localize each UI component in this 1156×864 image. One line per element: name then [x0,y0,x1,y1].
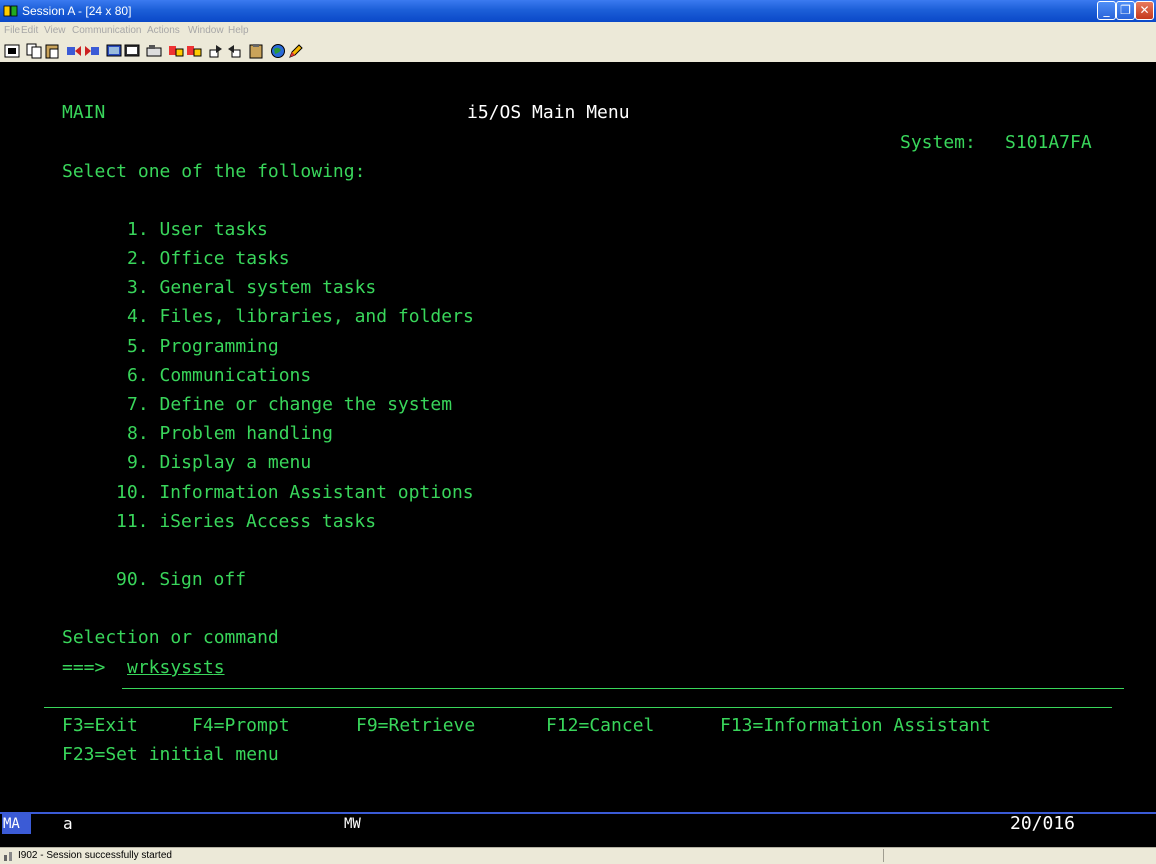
close-button[interactable]: ✕ [1135,1,1154,20]
menu-actions[interactable]: Actions [147,25,180,37]
macro-play-icon[interactable] [186,43,202,59]
menu-option: 11. iSeries Access tasks [116,511,377,532]
session-icon[interactable] [4,43,20,59]
copy-icon[interactable] [26,43,42,59]
display-icon[interactable] [106,43,122,59]
menu-help[interactable]: Help [228,25,249,37]
menu-option: 3. General system tasks [127,277,377,298]
menu-option: 6. Communications [127,365,312,386]
connection-icon [4,852,12,861]
menu-option: 10. Information Assistant options [116,482,474,503]
system-label: System: [900,132,976,153]
oia-session: a [63,814,73,833]
fkey-f12[interactable]: F12=Cancel [546,715,654,737]
macro-record-icon[interactable] [168,43,184,59]
menu-view[interactable]: View [44,25,66,37]
send-icon[interactable] [66,43,82,59]
edit-pencil-icon[interactable] [288,43,304,59]
receive-icon[interactable] [84,43,100,59]
command-input-underline [122,688,1124,689]
menu-file[interactable]: File [4,25,20,37]
menu-option: 2. Office tasks [127,248,290,269]
menu-option: 8. Problem handling [127,423,333,444]
fkey-f9[interactable]: F9=Retrieve [356,715,475,737]
menu-option: 4. Files, libraries, and folders [127,306,474,327]
title-bar: Session A - [24 x 80] _ ❐ ✕ [0,0,1156,22]
paste-icon[interactable] [44,43,60,59]
status-message: I902 - Session successfully started [18,850,172,861]
oia-indicator: MA [2,814,31,834]
menu-edit[interactable]: Edit [21,25,38,37]
status-bar: I902 - Session successfully started [0,847,1156,864]
separator-line [44,707,1112,708]
screen-title: i5/OS Main Menu [467,102,630,123]
menu-option: 7. Define or change the system [127,394,453,415]
fkey-f4[interactable]: F4=Prompt [192,715,290,737]
keyboard-icon[interactable] [146,43,162,59]
command-cursor-char: s [213,657,225,678]
toolbar [0,40,1156,63]
fkey-f13[interactable]: F13=Information Assistant [720,715,991,737]
menu-window[interactable]: Window [188,25,224,37]
command-input[interactable]: wrksyssts [127,657,225,679]
oia-mode: MW [344,816,361,832]
minimize-button[interactable]: _ [1097,1,1116,20]
status-pane-divider [883,849,884,862]
system-name: S101A7FA [1005,132,1092,153]
display-setup-icon[interactable] [124,43,140,59]
clipboard-icon[interactable] [248,43,264,59]
screen-id: MAIN [62,102,106,123]
command-text: wrksysst [127,657,214,678]
menu-option: 9. Display a menu [127,452,312,473]
maximize-button[interactable]: ❐ [1116,1,1135,20]
command-label: Selection or command [62,627,279,648]
fkey-f3[interactable]: F3=Exit [62,715,138,737]
transfer-from-host-icon[interactable] [226,43,242,59]
window-title: Session A - [24 x 80] [22,4,132,18]
signoff-option: 90. Sign off [116,569,247,590]
menu-option: 5. Programming [127,336,279,357]
globe-icon[interactable] [270,43,286,59]
fkey-f23[interactable]: F23=Set initial menu [62,744,279,766]
command-prompt: ===> [62,657,106,678]
oia-line [0,812,1156,814]
session-app-icon [3,5,18,17]
menu-option: 1. User tasks [127,219,268,240]
transfer-to-host-icon[interactable] [208,43,224,59]
menu-communication[interactable]: Communication [72,25,141,37]
terminal-screen[interactable]: MAIN i5/OS Main Menu System: S101A7FA Se… [0,62,1156,847]
menu-bar: File Edit View Communication Actions Win… [0,22,1156,40]
cursor-position: 20/016 [1010,813,1076,834]
select-prompt: Select one of the following: [62,161,366,182]
